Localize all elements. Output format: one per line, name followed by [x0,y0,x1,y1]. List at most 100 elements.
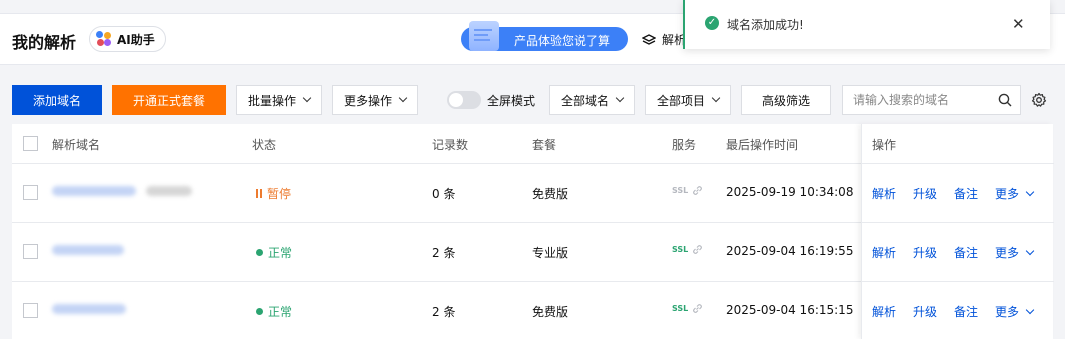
column-header-service: 服务 [672,138,697,152]
more-dropdown[interactable]: 更多 [995,185,1035,202]
domain-filter-label: 全部域名 [560,93,609,108]
page-title: 我的解析 [12,33,77,52]
more-label: 更多 [995,187,1020,201]
fullscreen-toggle-group: 全屏模式 [447,91,535,109]
advanced-filter-button[interactable]: 高级筛选 [741,85,831,115]
more-label: 更多 [995,246,1020,260]
record-count: 2 条 [432,305,456,319]
ai-assistant-button[interactable]: AI助手 [89,26,166,52]
chevron-down-icon [615,93,625,103]
promo-illustration-icon [469,21,499,51]
upgrade-link[interactable]: 升级 [913,303,937,320]
ssl-badge: SSL [672,245,689,254]
column-header-package: 套餐 [532,138,557,152]
status-dot-icon [256,249,263,256]
link-icon [693,245,703,254]
more-dropdown[interactable]: 更多 [995,244,1035,261]
service-icons: SSL [672,244,703,255]
promo-label: 产品体验您说了算 [514,34,611,48]
parse-menu[interactable]: 解析 [642,31,686,48]
chevron-down-icon [302,93,312,103]
pause-icon [256,189,262,198]
gear-icon[interactable] [1031,92,1047,108]
domain-name-link[interactable] [52,304,126,314]
feedback-promo-banner[interactable]: 产品体验您说了算 [461,21,628,51]
record-count: 2 条 [432,246,456,260]
toast-message: 域名添加成功! [727,18,804,32]
last-op-time: 2025-09-04 16:15:15 [726,303,854,317]
fullscreen-label: 全屏模式 [487,93,536,108]
upgrade-link[interactable]: 升级 [913,244,937,261]
domain-search-box [842,85,1021,115]
note-link[interactable]: 备注 [954,244,978,261]
actions-column: 操作 解析 升级 备注 更多 解析 升级 备注 更多 解析 升级 备注 更多 [861,124,1054,339]
link-icon [693,304,703,313]
upgrade-link[interactable]: 升级 [913,185,937,202]
column-header-actions: 操作 [872,138,897,152]
record-count: 0 条 [432,187,456,201]
close-icon[interactable]: ✕ [1012,15,1025,33]
ssl-badge: SSL [672,304,689,313]
column-header-records: 记录数 [432,138,469,152]
parse-link[interactable]: 解析 [872,185,896,202]
row-checkbox[interactable] [23,244,38,259]
domain-filter-dropdown[interactable]: 全部域名 [549,85,635,115]
service-icons: SSL [672,303,703,314]
search-input[interactable] [843,86,988,114]
chevron-down-icon [1025,187,1035,196]
success-toast: ✓ 域名添加成功! ✕ [683,0,1050,49]
parse-link[interactable]: 解析 [872,244,896,261]
row-actions: 解析 升级 备注 更多 [872,303,1035,320]
more-ops-dropdown[interactable]: 更多操作 [332,85,418,115]
open-package-button[interactable]: 开通正式套餐 [112,85,226,115]
batch-ops-label: 批量操作 [247,93,296,108]
chevron-down-icon [1025,246,1035,255]
fullscreen-toggle[interactable] [447,91,481,109]
last-op-time: 2025-09-19 10:34:08 [726,185,854,199]
row-checkbox[interactable] [23,303,38,318]
domain-name-link[interactable] [52,186,136,196]
package-name: 免费版 [532,187,569,201]
domain-tag [146,186,192,196]
row-checkbox[interactable] [23,185,38,200]
toolbar: 添加域名 开通正式套餐 批量操作 更多操作 全屏模式 全部域名 全部项目 高级筛… [0,85,1065,115]
domain-name-link[interactable] [52,245,124,255]
domain-table: 解析域名 状态 记录数 套餐 服务 最后操作时间 暂停 0 条 免费版 SSL … [12,124,1054,339]
package-name: 免费版 [532,305,569,319]
status-text: 暂停 [267,187,292,201]
row-actions: 解析 升级 备注 更多 [872,185,1035,202]
status-text: 正常 [268,305,293,319]
check-circle-icon: ✓ [705,16,719,30]
package-name: 专业版 [532,246,569,260]
ai-logo-icon [96,31,112,47]
more-dropdown[interactable]: 更多 [995,303,1035,320]
status-badge: 正常 [256,244,292,261]
column-header-domain: 解析域名 [52,138,101,152]
chevron-down-icon [711,93,721,103]
chevron-down-icon [398,93,408,103]
status-dot-icon [256,308,263,315]
note-link[interactable]: 备注 [954,185,978,202]
column-header-last-op: 最后操作时间 [726,138,799,152]
more-label: 更多 [995,305,1020,319]
column-header-status: 状态 [252,138,277,152]
link-icon [693,186,703,195]
layers-icon [642,33,656,45]
project-filter-label: 全部项目 [656,93,705,108]
status-badge: 正常 [256,303,292,320]
row-actions: 解析 升级 备注 更多 [872,244,1035,261]
note-link[interactable]: 备注 [954,303,978,320]
search-icon[interactable] [998,93,1012,107]
last-op-time: 2025-09-04 16:19:55 [726,244,854,258]
chevron-down-icon [1025,305,1035,314]
parse-link[interactable]: 解析 [872,303,896,320]
ai-assistant-label: AI助手 [117,32,155,47]
project-filter-dropdown[interactable]: 全部项目 [645,85,731,115]
add-domain-button[interactable]: 添加域名 [12,85,102,115]
ssl-badge: SSL [672,186,689,195]
more-ops-label: 更多操作 [343,93,392,108]
select-all-checkbox[interactable] [23,136,38,151]
batch-ops-dropdown[interactable]: 批量操作 [236,85,322,115]
status-text: 正常 [268,246,293,260]
service-icons: SSL [672,185,703,196]
